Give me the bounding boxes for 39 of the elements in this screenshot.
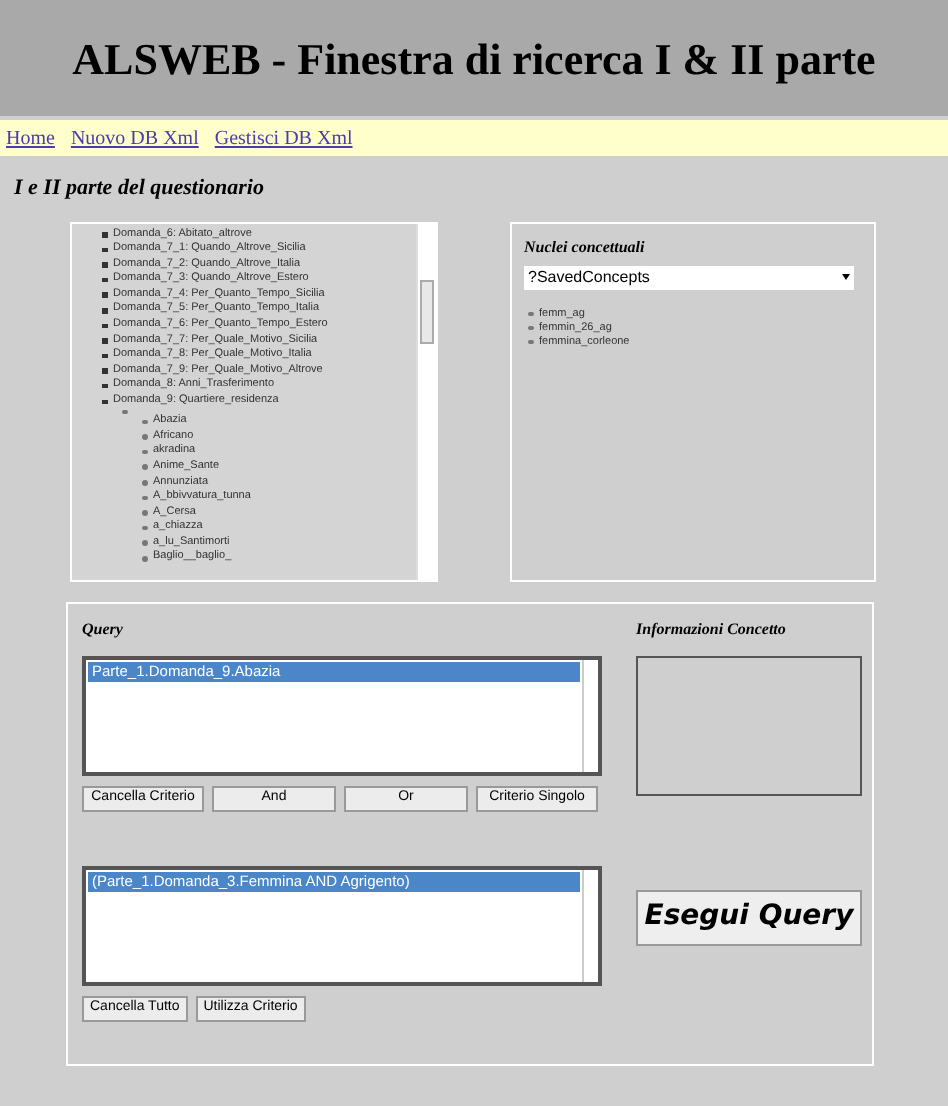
run-query-button[interactable]: Esegui Query: [636, 889, 862, 945]
scrollbar[interactable]: [416, 223, 436, 579]
bullet-icon: [142, 495, 147, 501]
bullet-icon: [122, 409, 127, 415]
bullet-icon: [102, 232, 107, 238]
page-title: ALSWEB - Finestra di ricerca I & II parte: [72, 31, 876, 88]
panel-title: Nuclei concettuali: [524, 235, 645, 259]
concepts-dropdown[interactable]: ?SavedConcepts: [524, 265, 854, 289]
bullet-icon: [102, 368, 107, 374]
bullet-icon: [102, 292, 107, 298]
bullet-icon: [142, 434, 147, 440]
bullet-icon: [102, 383, 107, 389]
bullet-icon: [142, 464, 147, 470]
bullet-icon: [102, 277, 107, 283]
panel-title: Query: [82, 617, 123, 641]
bullet-icon: [142, 510, 147, 516]
bullet-icon: [142, 449, 147, 455]
bullet-icon: [102, 323, 107, 329]
bullet-icon: [102, 353, 107, 359]
bullet-icon: [528, 311, 533, 317]
section-title: I e II parte del questionario: [14, 174, 264, 204]
bullet-icon: [142, 480, 147, 486]
bullet-icon: [142, 540, 147, 546]
bullet-icon: [102, 262, 107, 268]
bullet-icon: [102, 399, 107, 405]
nav-link[interactable]: Gestisci DB Xml: [214, 123, 353, 153]
nav-link[interactable]: Nuovo DB Xml: [70, 123, 199, 153]
bullet-icon: [142, 419, 147, 425]
bullet-icon: [102, 308, 107, 314]
dropdown-arrow-icon: [842, 274, 850, 280]
bullet-icon: [528, 339, 533, 345]
bullet-icon: [102, 247, 107, 253]
bullet-icon: [142, 525, 147, 531]
bullet-icon: [142, 556, 147, 562]
scroll-thumb[interactable]: [420, 279, 434, 343]
nav-link[interactable]: Home: [6, 123, 55, 153]
bullet-icon: [528, 325, 533, 331]
panel-title: Informazioni Concetto: [636, 617, 786, 641]
bullet-icon: [102, 338, 107, 344]
